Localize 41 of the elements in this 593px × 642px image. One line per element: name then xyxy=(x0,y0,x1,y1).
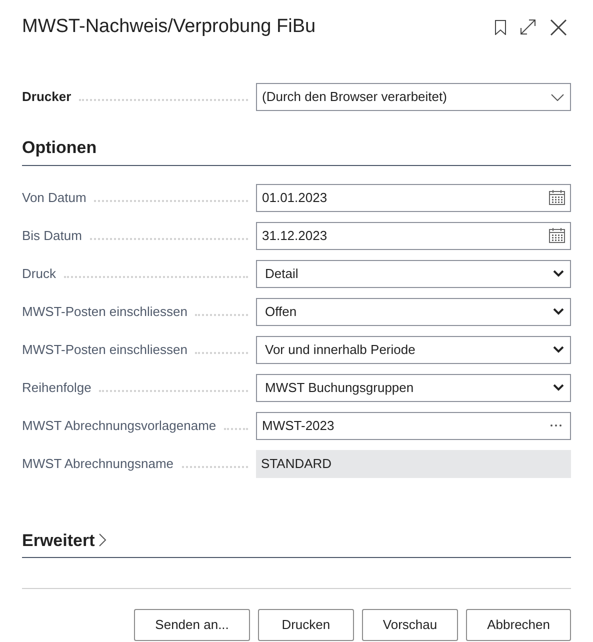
chevron-right-icon xyxy=(98,533,107,548)
field-label: Drucker xyxy=(22,88,72,106)
field-label: MWST-Posten einschliessen xyxy=(22,302,188,321)
expand-icon[interactable] xyxy=(520,19,536,35)
chevron-down-icon xyxy=(553,346,564,353)
select-field[interactable]: Vor und innerhalb Periode xyxy=(256,336,571,364)
readonly-field: STANDARD xyxy=(256,450,571,478)
action-button[interactable]: Vorschau xyxy=(362,609,458,641)
section-header[interactable]: Erweitert xyxy=(22,528,571,558)
select-field[interactable]: Offen xyxy=(256,298,571,326)
date-field[interactable]: 01.01.2023 xyxy=(256,184,571,212)
close-icon[interactable] xyxy=(550,18,567,36)
field-label: Von Datum xyxy=(22,188,86,207)
action-button[interactable]: Senden an... xyxy=(134,609,250,641)
more-icon[interactable] xyxy=(550,424,562,427)
field-label: MWST Abrechnungsname xyxy=(22,454,174,473)
select-field[interactable]: MWST Buchungsgruppen xyxy=(256,374,571,402)
calendar-icon[interactable] xyxy=(549,190,565,205)
field-label: Bis Datum xyxy=(22,226,82,245)
leader-line xyxy=(195,352,248,354)
leader-line xyxy=(195,314,248,316)
window-title: MWST-Nachweis/Verprobung FiBu xyxy=(22,14,317,39)
action-button[interactable]: Abbrechen xyxy=(466,609,571,641)
field-label: MWST-Posten einschliessen xyxy=(22,340,188,359)
date-field[interactable]: 31.12.2023 xyxy=(256,222,571,250)
chevron-down-icon xyxy=(553,308,564,315)
leader-line xyxy=(182,466,248,468)
chevron-down-icon xyxy=(553,384,564,391)
section-header[interactable]: Optionen xyxy=(22,135,571,166)
lookup-field[interactable]: MWST-2023 xyxy=(256,412,571,440)
select-field[interactable]: Detail xyxy=(256,260,571,288)
printer-dropdown[interactable]: (Durch den Browser verarbeitet) xyxy=(256,83,571,111)
field-label: MWST Abrechnungsvorlagename xyxy=(22,416,216,435)
leader-line xyxy=(224,428,248,430)
action-button[interactable]: Drucken xyxy=(258,609,354,641)
chevron-down-icon xyxy=(553,270,564,277)
calendar-icon[interactable] xyxy=(549,228,565,243)
chevron-down-icon xyxy=(551,94,564,100)
field-label: Druck xyxy=(22,264,56,283)
bookmark-icon[interactable] xyxy=(495,20,506,34)
field-label: Reihenfolge xyxy=(22,378,92,397)
